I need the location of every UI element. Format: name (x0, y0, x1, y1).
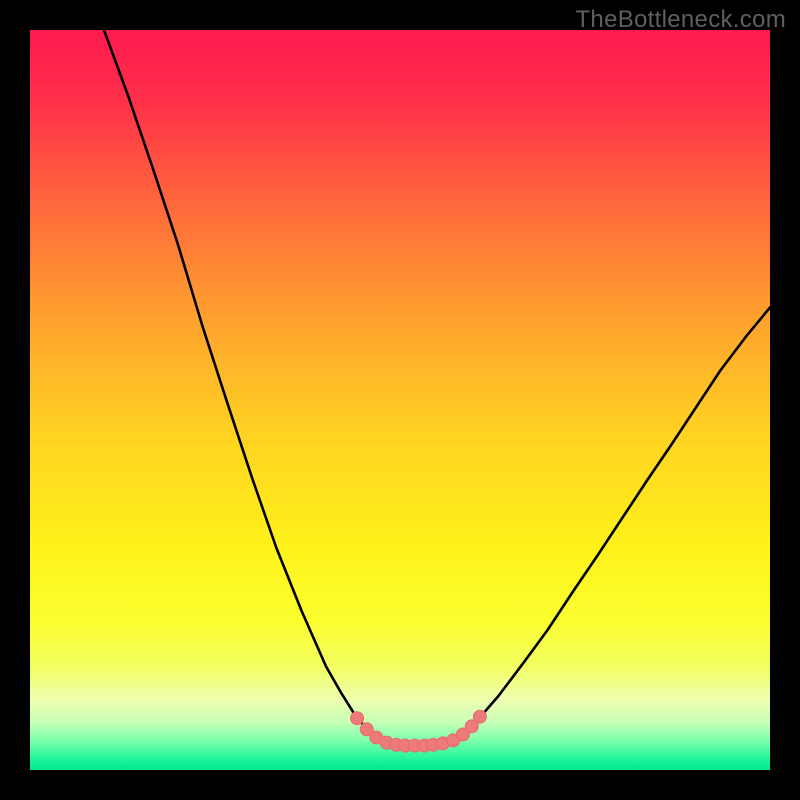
chart-frame: TheBottleneck.com (0, 0, 800, 800)
chart-svg (30, 30, 770, 770)
gradient-background (30, 30, 770, 770)
floor-marker (351, 712, 364, 725)
chart-plot-area (30, 30, 770, 770)
floor-marker (473, 710, 486, 723)
